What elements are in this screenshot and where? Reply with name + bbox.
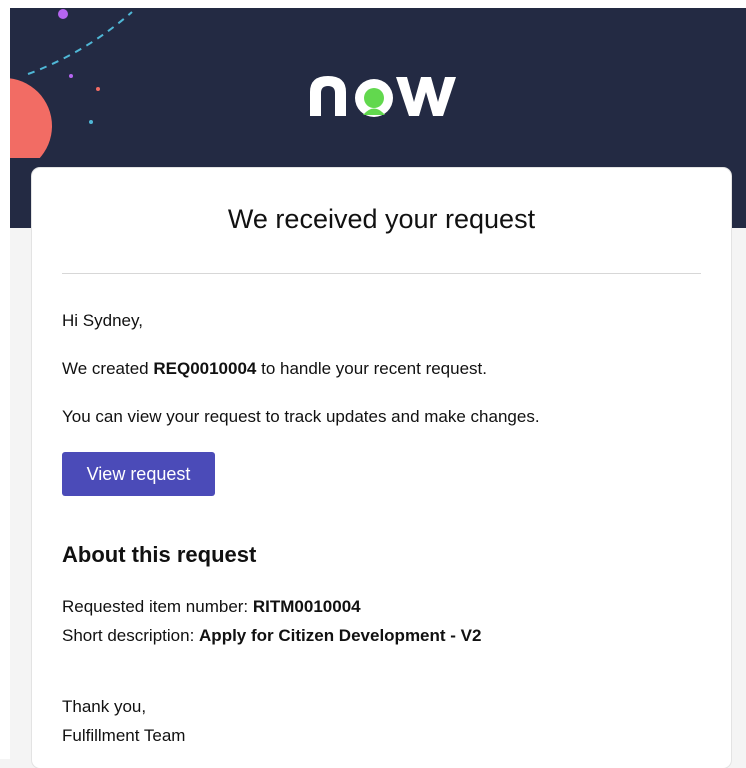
teal-dot [89,120,93,124]
top-border [0,0,746,8]
created-prefix: We created [62,359,149,378]
dashed-orbit-line [27,11,133,75]
card-title: We received your request [227,204,536,234]
about-section-title: About this request [62,542,257,567]
decorative-orbit-graphic [10,9,133,158]
item-number: RITM0010004 [252,597,361,616]
title-divider [62,273,701,274]
now-logo [310,76,456,117]
purple-dot [58,9,68,19]
desc-value: Apply for Citizen Development - V2 [199,626,482,645]
thanks-text: Thank you, [62,697,147,716]
small-purple-dot [69,74,73,78]
requested-item-line: Requested item number: RITM0010004 [62,596,361,618]
desc-label: Short description: [62,626,195,645]
team-signature: Fulfillment Team [62,726,186,745]
coral-dot [96,87,100,91]
left-border [0,0,10,759]
item-label: Requested item number: [62,597,249,616]
view-request-button[interactable]: View request [62,452,215,496]
view-request-text: You can view your request to track updat… [62,407,540,426]
greeting-text: Hi Sydney, [62,311,143,330]
created-suffix: to handle your recent request. [261,359,487,378]
coral-semicircle [10,78,52,158]
short-description-line: Short description: Apply for Citizen Dev… [62,625,481,647]
request-card: We received your request Hi Sydney, We c… [32,168,731,768]
request-number: REQ0010004 [153,359,257,378]
request-created-text: We created REQ0010004 to handle your rec… [62,358,487,380]
